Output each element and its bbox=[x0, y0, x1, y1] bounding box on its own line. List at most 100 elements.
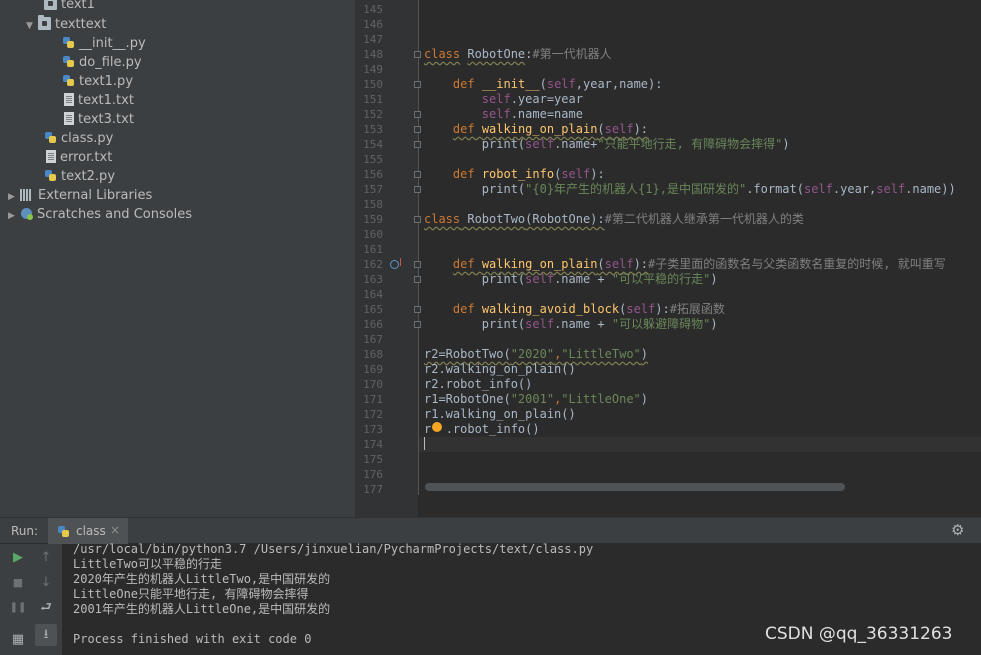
fold-marker[interactable] bbox=[414, 126, 421, 133]
console-line: LittleTwo可以平稳的行走 bbox=[73, 557, 223, 571]
layout-icon[interactable]: ▦ bbox=[7, 629, 29, 651]
line-number: 174 bbox=[363, 438, 383, 451]
line-number: 173 bbox=[363, 423, 383, 436]
folder-icon bbox=[44, 0, 57, 10]
chevron-down-icon[interactable]: ▼ bbox=[26, 17, 38, 36]
line-number: 164 bbox=[363, 288, 383, 301]
rerun-button[interactable]: ▶ bbox=[7, 547, 29, 569]
override-method-icon[interactable] bbox=[390, 258, 401, 269]
line-number: 149 bbox=[363, 63, 383, 76]
line-number: 152 bbox=[363, 108, 383, 121]
line-number: 175 bbox=[363, 453, 383, 466]
tree-item-text1-txt[interactable]: text1.txt bbox=[64, 91, 134, 110]
line-number: 155 bbox=[363, 153, 383, 166]
tree-item-class-py[interactable]: class.py bbox=[44, 129, 113, 148]
gutter-divider bbox=[418, 0, 419, 495]
tree-item-text3-txt[interactable]: text3.txt bbox=[64, 110, 134, 129]
project-tree: text1 ▼ texttext __init__.py do_file.py t… bbox=[0, 0, 355, 517]
code-line-148: class RobotOne:#第一代机器人 bbox=[424, 47, 612, 61]
tree-item-scratches[interactable]: ▶ Scratches and Consoles bbox=[8, 205, 192, 224]
scratches-icon bbox=[20, 207, 33, 220]
fold-marker[interactable] bbox=[414, 276, 421, 283]
line-number: 170 bbox=[363, 378, 383, 391]
code-line-174 bbox=[424, 437, 425, 452]
scroll-down-button[interactable]: ↓ bbox=[35, 572, 57, 594]
current-line-highlight bbox=[419, 437, 981, 452]
line-number: 168 bbox=[363, 348, 383, 361]
console-line: 2001年产生的机器人LittleOne,是中国研发的 bbox=[73, 602, 331, 616]
console-line: 2020年产生的机器人LittleTwo,是中国研发的 bbox=[73, 572, 331, 586]
python-file-icon bbox=[57, 525, 70, 538]
run-toolbar: ▶ ↑ ■ ↓ ❚❚ ⮐ ▦ ⭳ bbox=[0, 544, 62, 655]
tree-item-texttext[interactable]: ▼ texttext bbox=[26, 15, 106, 34]
watermark: CSDN @qq_36331263 bbox=[765, 624, 953, 644]
run-label: Run: bbox=[11, 524, 39, 538]
code-line-163: print(self.name + "可以平稳的行走") bbox=[481, 272, 718, 286]
soft-wrap-button[interactable]: ⮐ bbox=[35, 597, 57, 619]
tree-item-init-py[interactable]: __init__.py bbox=[62, 34, 146, 53]
line-number: 159 bbox=[363, 213, 383, 226]
fold-marker[interactable] bbox=[414, 321, 421, 328]
tree-item-text1-py[interactable]: text1.py bbox=[62, 72, 133, 91]
lightbulb-icon[interactable] bbox=[432, 422, 442, 432]
code-line-165: def walking_avoid_block(self):#拓展函数 bbox=[452, 302, 725, 316]
code-line-166: print(self.name + "可以躲避障碍物") bbox=[481, 317, 718, 331]
line-number: 169 bbox=[363, 363, 383, 376]
code-line-171: r1=RobotOne("2001","LittleOne") bbox=[424, 392, 649, 406]
fold-marker[interactable] bbox=[414, 51, 421, 58]
text-file-icon bbox=[46, 150, 56, 163]
code-line-159: class RobotTwo(RobotOne):#第二代机器人继承第一代机器人… bbox=[424, 212, 804, 226]
fold-marker[interactable] bbox=[414, 186, 421, 193]
line-number: 156 bbox=[363, 168, 383, 181]
tree-item-text2-py[interactable]: text2.py bbox=[44, 167, 115, 186]
code-line-172: r1.walking_on_plain() bbox=[424, 407, 576, 421]
code-line-168: r2=RobotTwo("2020","LittleTwo") bbox=[424, 347, 649, 361]
line-number: 172 bbox=[363, 408, 383, 421]
stop-button[interactable]: ■ bbox=[7, 572, 29, 594]
run-tab-class[interactable]: class × bbox=[48, 518, 128, 545]
console-line: /usr/local/bin/python3.7 /Users/jinxueli… bbox=[73, 542, 594, 556]
line-number: 145 bbox=[363, 3, 383, 16]
code-line-170: r2.robot_info() bbox=[424, 377, 533, 391]
tree-item-text1[interactable]: text1 bbox=[44, 0, 95, 14]
line-number: 176 bbox=[363, 468, 383, 481]
run-panel-header: Run: class × ⚙ bbox=[0, 517, 981, 545]
code-line-152: self.name=name bbox=[481, 107, 583, 121]
line-number: 160 bbox=[363, 228, 383, 241]
fold-marker[interactable] bbox=[414, 141, 421, 148]
fold-marker[interactable] bbox=[414, 171, 421, 178]
scroll-up-button[interactable]: ↑ bbox=[35, 547, 57, 569]
line-number: 153 bbox=[363, 123, 383, 136]
line-number: 171 bbox=[363, 393, 383, 406]
line-number: 163 bbox=[363, 273, 383, 286]
console-line: LittleOne只能平地行走, 有障碍物会摔得 bbox=[73, 587, 309, 601]
chevron-right-icon[interactable]: ▶ bbox=[8, 207, 20, 226]
line-number: 177 bbox=[363, 483, 383, 496]
fold-marker[interactable] bbox=[414, 216, 421, 223]
fold-marker[interactable] bbox=[414, 261, 421, 268]
horizontal-scrollbar[interactable] bbox=[425, 483, 845, 491]
code-line-154: print(self.name+"只能平地行走, 有障碍物会摔得") bbox=[481, 137, 790, 151]
code-line-150: def __init__(self,year,name): bbox=[452, 77, 663, 91]
fold-marker[interactable] bbox=[414, 111, 421, 118]
line-number: 157 bbox=[363, 183, 383, 196]
pause-button[interactable]: ❚❚ bbox=[7, 597, 29, 619]
line-number: 158 bbox=[363, 198, 383, 211]
tree-item-error-txt[interactable]: error.txt bbox=[46, 148, 112, 167]
close-icon[interactable]: × bbox=[110, 523, 120, 537]
code-line-156: def robot_info(self): bbox=[452, 167, 605, 181]
line-number: 148 bbox=[363, 48, 383, 61]
line-number: 151 bbox=[363, 93, 383, 106]
line-number: 165 bbox=[363, 303, 383, 316]
tree-item-external-libraries[interactable]: ▶ External Libraries bbox=[8, 186, 152, 205]
code-line-169: r2.walking_on_plain() bbox=[424, 362, 576, 376]
code-line-151: self.year=year bbox=[481, 92, 583, 106]
line-number: 147 bbox=[363, 33, 383, 46]
python-file-icon bbox=[44, 131, 57, 144]
tree-item-do-file-py[interactable]: do_file.py bbox=[62, 53, 142, 72]
line-number: 162 bbox=[363, 258, 383, 271]
fold-marker[interactable] bbox=[414, 81, 421, 88]
gear-icon[interactable]: ⚙ bbox=[951, 521, 964, 539]
scroll-to-end-button[interactable]: ⭳ bbox=[35, 624, 57, 646]
fold-marker[interactable] bbox=[414, 306, 421, 313]
